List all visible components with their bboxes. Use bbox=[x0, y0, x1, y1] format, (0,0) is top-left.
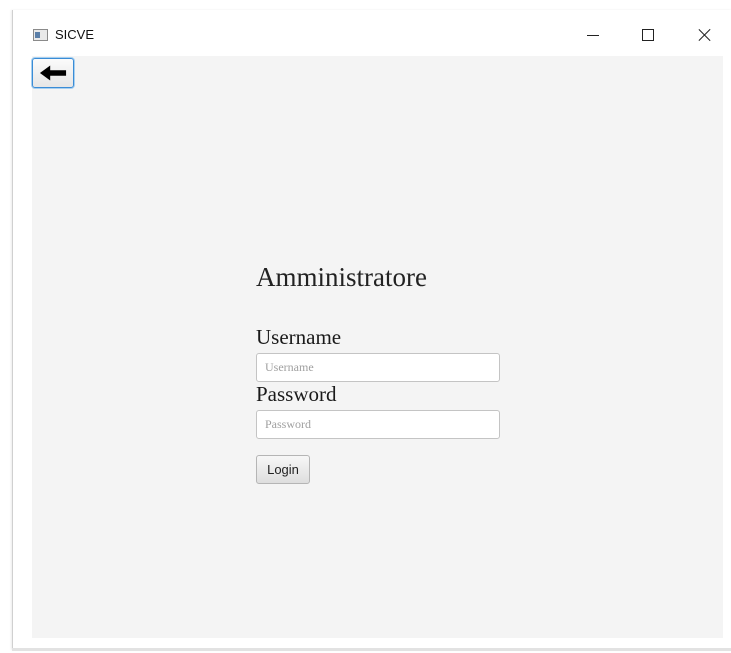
password-label: Password bbox=[256, 382, 337, 406]
minimize-icon bbox=[587, 34, 599, 36]
password-input[interactable] bbox=[256, 410, 500, 439]
title-bar[interactable]: SICVE bbox=[13, 10, 731, 54]
window-shadow bbox=[12, 648, 731, 651]
application-window: SICVE Amministratore Username Password L… bbox=[12, 10, 731, 650]
maximize-button[interactable] bbox=[628, 22, 668, 48]
close-icon bbox=[698, 28, 712, 42]
minimize-button[interactable] bbox=[573, 22, 613, 48]
maximize-icon bbox=[642, 29, 654, 41]
back-button[interactable] bbox=[32, 58, 74, 88]
app-icon bbox=[33, 29, 48, 41]
username-input[interactable] bbox=[256, 353, 500, 382]
close-button[interactable] bbox=[685, 22, 725, 48]
page-title: Amministratore bbox=[256, 262, 427, 292]
window-title: SICVE bbox=[55, 27, 95, 42]
login-button[interactable]: Login bbox=[256, 455, 310, 484]
username-label: Username bbox=[256, 325, 342, 349]
login-panel: Amministratore Username Password Login bbox=[32, 56, 723, 638]
arrow-left-icon bbox=[39, 65, 67, 81]
